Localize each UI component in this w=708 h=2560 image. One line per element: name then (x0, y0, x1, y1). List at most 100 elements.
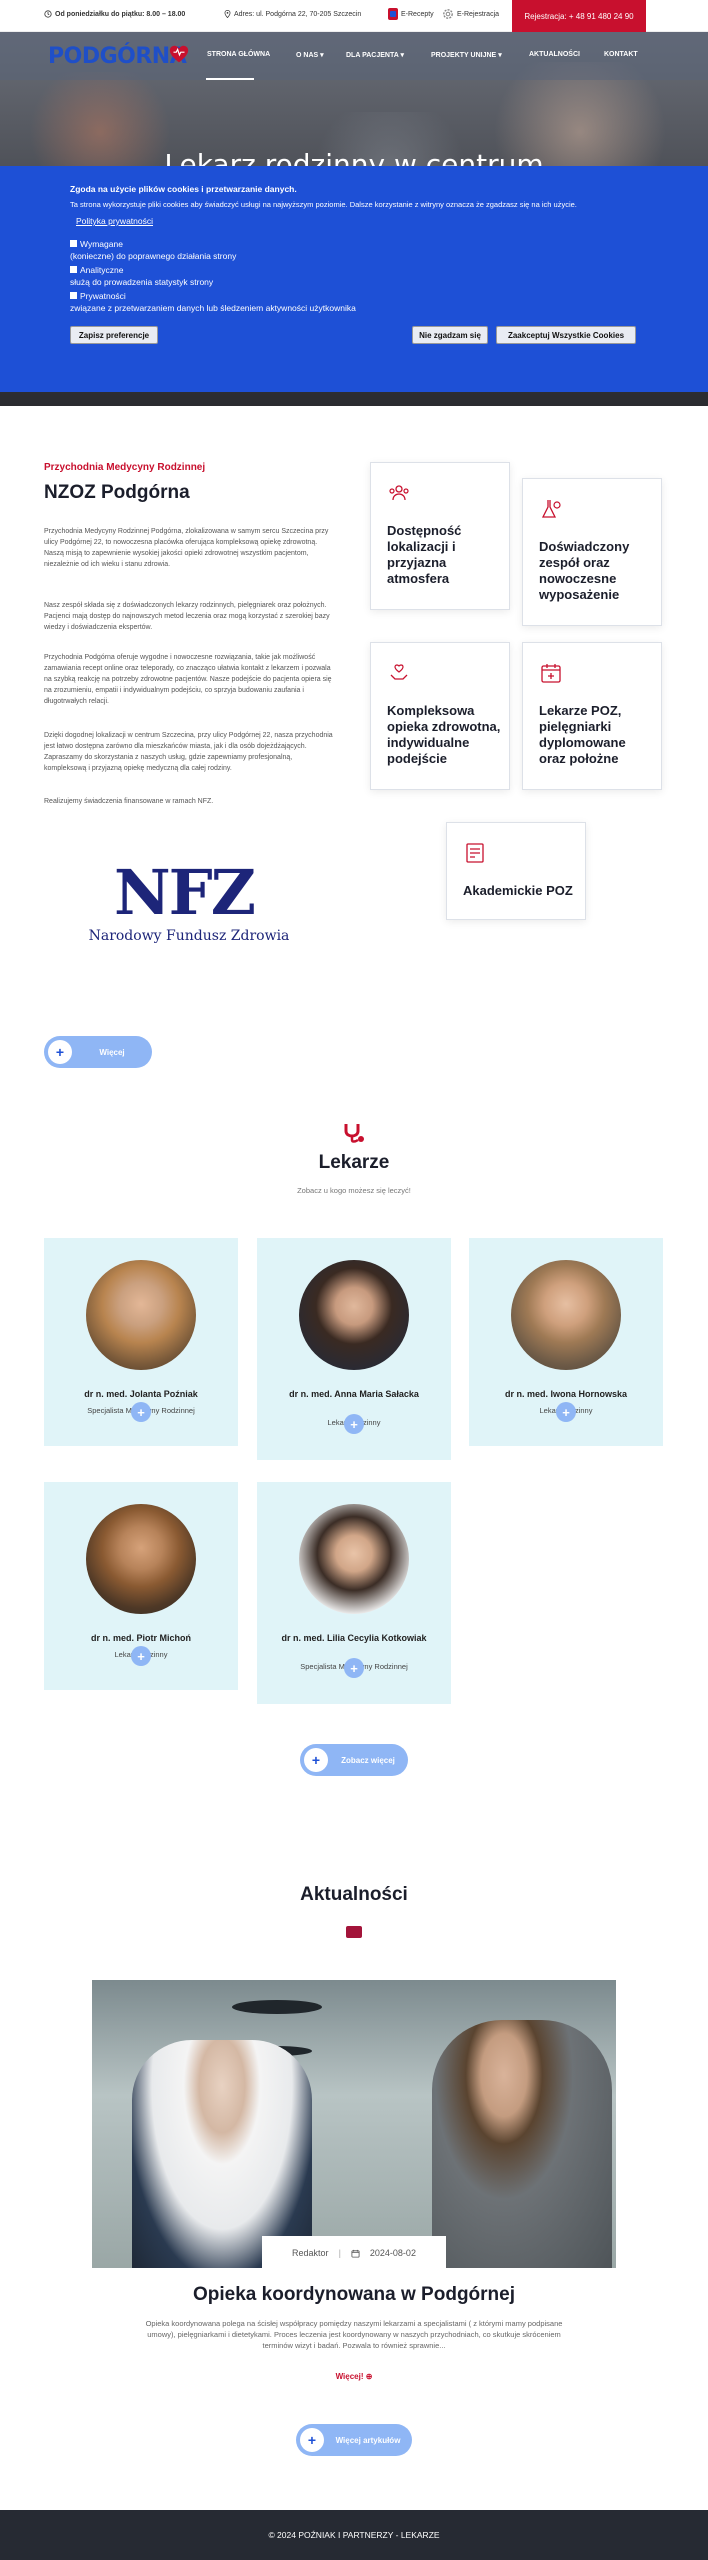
registration-phone-button[interactable]: Rejestracja: + 48 91 480 24 90 (512, 0, 646, 32)
about-paragraph: Nasz zespół składa się z doświadczonych … (44, 602, 330, 631)
more-label: Więcej artykułów (335, 2435, 401, 2445)
location-pin-icon (224, 10, 231, 18)
doctor-name: dr n. med. Lilia Cecylia Kotkowiak (281, 1633, 427, 1643)
erecepty-label: E-Recepty (401, 10, 434, 18)
news-author: Redaktor (292, 2248, 329, 2258)
plus-icon: + (304, 1748, 328, 1772)
doctor-name: dr n. med. Jolanta Poźniak (84, 1389, 198, 1399)
nav-patient-label: DLA PACJENTA (346, 52, 399, 59)
nav-patient[interactable]: DLA PACJENTA ▾ (346, 51, 404, 59)
nfz-name: Narodowy Fundusz Zdrowia (88, 928, 290, 944)
option-desc: związane z przetwarzaniem danych lub śle… (70, 303, 356, 313)
doctor-photo (86, 1260, 196, 1370)
chevron-down-icon: ▾ (320, 52, 324, 59)
news-title: Aktualności (300, 1884, 408, 1905)
checkbox[interactable] (70, 266, 77, 273)
doctors-more-button[interactable]: + Zobacz więcej (300, 1744, 408, 1776)
cookie-option-privacy[interactable]: Prywatności związane z przetwarzaniem dan… (70, 290, 356, 314)
nav-about[interactable]: O NAS ▾ (296, 51, 324, 59)
option-desc: służą do prowadzenia statystyk strony (70, 277, 214, 287)
erejestracja-link[interactable]: E-Rejestracja (442, 8, 499, 20)
about-paragraph: Przychodnia Podgórna oferuje wygodne i n… (44, 654, 332, 705)
doctor-name: dr n. med. Iwona Hornowska (504, 1389, 628, 1399)
registration-label: Rejestracja: + 48 91 480 24 90 (524, 11, 634, 21)
cookie-option-required[interactable]: Wymagane (konieczne) do poprawnego działa… (70, 238, 236, 262)
more-label: Zobacz więcej (341, 1755, 395, 1765)
doctor-card[interactable]: dr n. med. Lilia Cecylia Kotkowiak Specj… (257, 1482, 451, 1704)
news-date: 2024-08-02 (369, 2248, 416, 2258)
doctor-photo (299, 1504, 409, 1614)
plus-icon[interactable]: + (131, 1402, 151, 1422)
about-paragraph: Realizujemy świadczenia finansowane w ra… (44, 798, 214, 805)
option-name: Wymagane (80, 239, 123, 249)
cookie-option-analytics[interactable]: Analityczne służą do prowadzenia statysty… (70, 264, 213, 288)
doctor-card[interactable]: dr n. med. Anna Maria Sałacka Lekarz rod… (257, 1238, 451, 1460)
chevron-down-icon: ▾ (400, 52, 404, 59)
feature-title: Kompleksowa opieka zdrowotna, indywidual… (387, 703, 501, 766)
nav-about-label: O NAS (296, 52, 319, 59)
logo[interactable]: PODGÓRNA (48, 44, 187, 69)
top-bar: Od poniedziałku do piątku: 8.00 – 18.00 … (0, 0, 708, 32)
heart-hands-icon (390, 664, 408, 680)
nav-contact[interactable]: KONTAKT (604, 51, 638, 58)
news-image[interactable] (92, 1980, 616, 2268)
nav-news[interactable]: AKTUALNOŚCI (529, 51, 580, 58)
chevron-down-icon: ▾ (498, 52, 502, 59)
doctor-card[interactable]: dr n. med. Piotr Michoń Lekarz rodzinny … (44, 1482, 238, 1690)
certificate-icon (466, 843, 484, 863)
plus-icon[interactable]: + (344, 1414, 364, 1434)
footer-copyright: © 2024 POŹNIAK I PARTNERZY - LEKARZE (268, 2530, 440, 2540)
more-articles-button[interactable]: + Więcej artykułów (296, 2424, 412, 2456)
calendar-icon (541, 664, 561, 683)
feature-title: Doświadczony zespół oraz nowoczesne wypo… (539, 539, 630, 602)
footer: © 2024 POŹNIAK I PARTNERZY - LEKARZE (0, 2510, 708, 2560)
about-subtitle: Przychodnia Medycyny Rodzinnej (44, 462, 206, 473)
news-article-title[interactable]: Opieka koordynowana w Podgórnej (0, 2284, 708, 2306)
save-preferences-button[interactable]: Zapisz preferencje (70, 326, 158, 344)
address-text: Adres: ul. Podgórna 22, 70-205 Szczecin (234, 10, 362, 18)
accept-all-cookies-button[interactable]: Zaakceptuj Wszystkie Cookies (496, 326, 636, 344)
news-meta: Redaktor | 2024-08-02 (262, 2236, 446, 2270)
erecepty-link[interactable]: E-Recepty (388, 8, 434, 20)
about-paragraph: Dzięki dogodnej lokalizacji w centrum Sz… (44, 732, 333, 772)
doctor-name: dr n. med. Anna Maria Sałacka (289, 1389, 419, 1399)
about-paragraph: Przychodnia Medycyny Rodzinnej Podgórna,… (44, 528, 329, 568)
nav-eu-projects[interactable]: PROJEKTY UNIJNE ▾ (431, 51, 502, 59)
more-label: Więcej! (335, 2372, 364, 2381)
cookie-title: Zgoda na użycie plików cookies i przetwa… (70, 184, 297, 194)
cookie-consent-banner: Zgoda na użycie plików cookies i przetwa… (0, 166, 708, 392)
reject-cookies-button[interactable]: Nie zgadzam się (412, 326, 488, 344)
feature-card: Akademickie POZ (446, 822, 586, 920)
separator: | (338, 2248, 341, 2258)
about-title: NZOZ Podgórna (44, 482, 190, 503)
doctors-title: Lekarze (318, 1152, 390, 1173)
heart-logo-icon (169, 45, 189, 63)
plus-icon[interactable]: + (131, 1646, 151, 1666)
feature-card: Kompleksowa opieka zdrowotna, indywidual… (370, 642, 510, 790)
doctors-subtitle: Zobacz u kogo możesz się leczyć! (297, 1186, 411, 1195)
calendar-icon (351, 2249, 360, 2258)
checkbox[interactable] (70, 292, 77, 299)
plus-icon: + (48, 1040, 72, 1064)
feature-title: Lekarze POZ, pielęgniarki dyplomowane or… (539, 703, 626, 766)
feature-card: Doświadczony zespół oraz nowoczesne wypo… (522, 478, 662, 626)
nav-home[interactable]: STRONA GŁÓWNA (207, 51, 270, 58)
plus-icon[interactable]: + (344, 1658, 364, 1678)
lab-icon (541, 500, 561, 518)
plus-icon[interactable]: + (556, 1402, 576, 1422)
feature-card: Lekarze POZ, pielęgniarki dyplomowane or… (522, 642, 662, 790)
doctor-photo (86, 1504, 196, 1614)
clock-icon (44, 10, 52, 18)
people-icon (389, 485, 409, 501)
privacy-policy-link[interactable]: Polityka prywatności (76, 216, 153, 226)
checkbox[interactable] (70, 240, 77, 247)
feature-title: Dostępność lokalizacji i przyjazna atmos… (387, 523, 462, 586)
plus-circle-icon: ⊕ (365, 2372, 373, 2381)
feature-card: Dostępność lokalizacji i przyjazna atmos… (370, 462, 510, 610)
doctor-name: dr n. med. Piotr Michoń (90, 1633, 191, 1643)
doctor-card[interactable]: dr n. med. Jolanta Poźniak Specjalista M… (44, 1238, 238, 1446)
doctor-card[interactable]: dr n. med. Iwona Hornowska Lekarz rodzin… (469, 1238, 663, 1446)
news-more-link[interactable]: Więcej! ⊕ (0, 2372, 708, 2381)
doctor-photo (511, 1260, 621, 1370)
about-more-button[interactable]: + Więcej (44, 1036, 152, 1068)
